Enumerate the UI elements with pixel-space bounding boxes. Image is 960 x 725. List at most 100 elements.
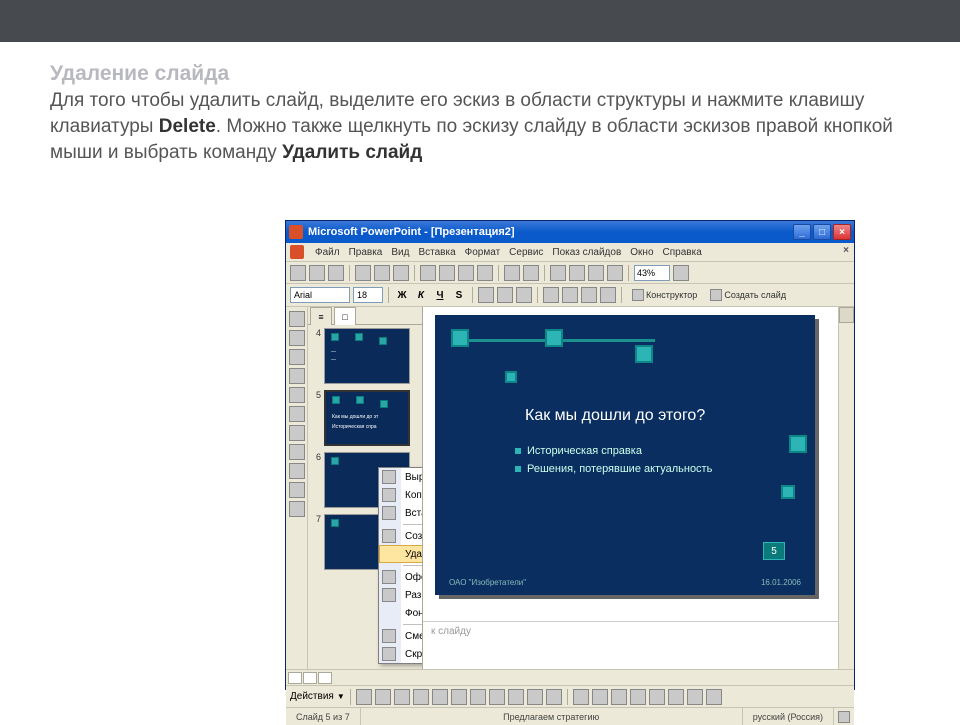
ctx-delete-slide[interactable]: Удалить слайд [379, 545, 423, 563]
actions-menu[interactable]: Действия [290, 691, 334, 702]
ctx-paste[interactable]: Вставить [379, 504, 423, 522]
tool-icon[interactable] [289, 482, 305, 498]
cut-icon[interactable] [420, 265, 436, 281]
slide-editor[interactable]: Как мы дошли до этого? Историческая спра… [423, 307, 854, 669]
slides-tab[interactable]: □ [334, 307, 356, 325]
decrease-font-icon[interactable] [600, 287, 616, 303]
open-icon[interactable] [309, 265, 325, 281]
slide-thumb[interactable]: 4 —— [311, 328, 419, 384]
dash-style-icon[interactable] [649, 689, 665, 705]
close-button[interactable]: × [833, 224, 851, 240]
tool-icon[interactable] [289, 368, 305, 384]
notes-pane[interactable]: к слайду [423, 621, 838, 669]
doc-close-button[interactable]: × [843, 245, 849, 256]
font-color-icon[interactable] [611, 689, 627, 705]
ctx-hide-slide[interactable]: Скрыть слайд [379, 645, 423, 663]
menu-view[interactable]: Вид [391, 247, 409, 258]
save-icon[interactable] [328, 265, 344, 281]
ctx-design[interactable]: Оформление слайда... [379, 568, 423, 586]
pointer-icon[interactable] [356, 689, 372, 705]
preview-icon[interactable] [374, 265, 390, 281]
ctx-background[interactable]: Фон... [379, 604, 423, 622]
maximize-button[interactable]: □ [813, 224, 831, 240]
3d-style-icon[interactable] [706, 689, 722, 705]
tool-icon[interactable] [289, 311, 305, 327]
sorter-view-button[interactable] [303, 672, 317, 684]
rectangle-icon[interactable] [432, 689, 448, 705]
font-select[interactable]: Arial [290, 287, 350, 303]
scroll-up-icon[interactable] [839, 307, 854, 323]
undo-icon[interactable] [504, 265, 520, 281]
wordart-icon[interactable] [489, 689, 505, 705]
align-right-icon[interactable] [516, 287, 532, 303]
tool-icon[interactable] [289, 463, 305, 479]
tool-icon[interactable] [289, 387, 305, 403]
titlebar[interactable]: Microsoft PowerPoint - [Презентация2] _ … [286, 221, 854, 243]
minimize-button[interactable]: _ [793, 224, 811, 240]
underline-button[interactable]: Ч [432, 287, 448, 303]
hyperlink-icon[interactable] [588, 265, 604, 281]
shadow-button[interactable]: S [451, 287, 467, 303]
line-color-icon[interactable] [592, 689, 608, 705]
designer-button[interactable]: Конструктор [627, 288, 702, 302]
zoom-select[interactable]: 43% [634, 265, 670, 281]
chart-icon[interactable] [550, 265, 566, 281]
vertical-scrollbar[interactable] [838, 307, 854, 669]
clipart-icon[interactable] [527, 689, 543, 705]
menu-tools[interactable]: Сервис [509, 247, 543, 258]
autoshapes-icon[interactable] [375, 689, 391, 705]
fill-color-icon[interactable] [573, 689, 589, 705]
help-icon[interactable] [673, 265, 689, 281]
new-slide-button[interactable]: Создать слайд [705, 288, 791, 302]
menu-file[interactable]: Файл [315, 247, 340, 258]
ctx-transition[interactable]: Смена слайдов... [379, 627, 423, 645]
tables-borders-icon[interactable] [607, 265, 623, 281]
menu-insert[interactable]: Вставка [418, 247, 455, 258]
menu-edit[interactable]: Правка [349, 247, 383, 258]
document-icon[interactable] [290, 245, 304, 259]
tool-icon[interactable] [289, 330, 305, 346]
diagram-icon[interactable] [508, 689, 524, 705]
align-center-icon[interactable] [497, 287, 513, 303]
slide-heading[interactable]: Как мы дошли до этого? [525, 407, 705, 425]
tool-icon[interactable] [289, 501, 305, 517]
print-icon[interactable] [355, 265, 371, 281]
copy-icon[interactable] [439, 265, 455, 281]
arrow-icon[interactable] [413, 689, 429, 705]
align-left-icon[interactable] [478, 287, 494, 303]
ctx-cut[interactable]: Вырезать [379, 468, 423, 486]
outline-tab[interactable]: ≡ [310, 307, 332, 325]
oval-icon[interactable] [451, 689, 467, 705]
normal-view-button[interactable] [288, 672, 302, 684]
ctx-layout[interactable]: Разметка слайда... [379, 586, 423, 604]
bullets-icon[interactable] [562, 287, 578, 303]
format-painter-icon[interactable] [477, 265, 493, 281]
font-size-select[interactable]: 18 [353, 287, 383, 303]
bullet-2[interactable]: Решения, потерявшие актуальность [515, 463, 712, 475]
menu-slideshow[interactable]: Показ слайдов [552, 247, 621, 258]
bullet-1[interactable]: Историческая справка [515, 445, 642, 457]
textbox-icon[interactable] [470, 689, 486, 705]
line-icon[interactable] [394, 689, 410, 705]
menu-format[interactable]: Формат [465, 247, 501, 258]
menu-help[interactable]: Справка [663, 247, 702, 258]
tool-icon[interactable] [289, 349, 305, 365]
spelling-icon[interactable] [393, 265, 409, 281]
tool-icon[interactable] [289, 444, 305, 460]
ctx-new-slide[interactable]: Создать слайд [379, 527, 423, 545]
numbering-icon[interactable] [543, 287, 559, 303]
paste-icon[interactable] [458, 265, 474, 281]
bold-button[interactable]: Ж [394, 287, 410, 303]
shadow-style-icon[interactable] [687, 689, 703, 705]
line-style-icon[interactable] [630, 689, 646, 705]
slide-thumb-selected[interactable]: 5 Как мы дошли до эт Историческая спра [311, 390, 419, 446]
slideshow-view-button[interactable] [318, 672, 332, 684]
table-icon[interactable] [569, 265, 585, 281]
italic-button[interactable]: К [413, 287, 429, 303]
tool-icon[interactable] [289, 406, 305, 422]
tool-icon[interactable] [289, 425, 305, 441]
menu-window[interactable]: Окно [630, 247, 653, 258]
redo-icon[interactable] [523, 265, 539, 281]
picture-icon[interactable] [546, 689, 562, 705]
status-icon[interactable] [838, 711, 850, 723]
